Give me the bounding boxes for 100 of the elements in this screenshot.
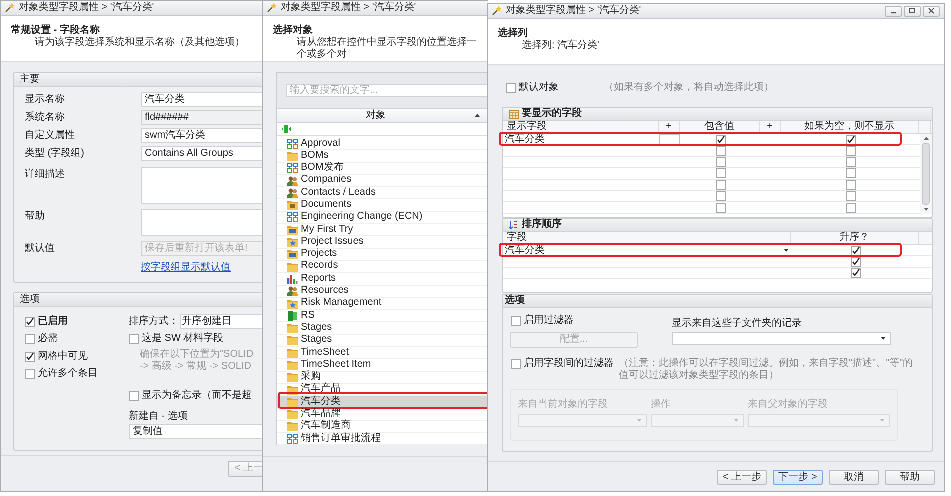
maximize-button[interactable] [904,6,921,16]
column-header[interactable]: 包含值 [680,121,760,133]
dialog-description: 选择列: 汽车分类' [521,40,600,52]
input-field[interactable]: 复制值 [129,424,263,439]
list-item[interactable]: 汽车制造商 [277,420,488,434]
field-label: 排序方式： [129,316,179,328]
dropdown-field[interactable] [518,414,647,427]
checkbox[interactable] [25,316,35,327]
checkbox[interactable] [846,191,856,202]
checkbox[interactable] [716,156,726,167]
checkbox[interactable] [716,191,726,202]
text-area[interactable] [141,167,263,204]
folder-icon [287,360,298,370]
list-item[interactable]: BOM发布 [277,162,488,175]
column-header[interactable]: 升序？ [791,232,919,244]
input-field[interactable]: Contains All Groups [141,146,263,161]
column-header[interactable]: 如果为空，则不显示 [781,121,919,133]
dropdown-field[interactable] [748,414,890,427]
list-item[interactable]: Project Issues [277,236,488,249]
sort-icon[interactable] [475,114,480,117]
next-button[interactable]: 下一步 > [773,470,823,485]
filter-icon[interactable] [281,125,291,133]
scrollbar[interactable] [920,134,932,214]
column-header[interactable]: 显示字段 [503,121,659,133]
checkbox-label: 显示为备忘录（而不是超 [142,390,252,402]
checkbox[interactable] [851,246,861,256]
list-item[interactable]: TimeSheet Item [277,359,488,372]
column-header[interactable]: + [659,121,680,133]
window-title: 对象类型字段属性 > '汽车分类' [506,5,642,17]
list-item[interactable]: Risk Management [277,298,488,310]
checkbox[interactable] [716,146,726,156]
checkbox[interactable] [716,180,726,190]
close-button[interactable] [923,6,940,16]
window-title: 对象类型字段属性 > '汽车分类' [281,2,416,14]
checkbox[interactable] [129,334,139,344]
dropdown-field[interactable] [651,414,744,427]
caret-icon[interactable] [784,249,789,252]
help-button[interactable]: 帮助 [885,470,935,485]
column-header[interactable]: + [760,121,781,133]
checkbox[interactable] [511,316,521,326]
checkbox[interactable] [511,359,521,369]
dialog-description: 请为该字段选择系统和显示名称（及其他选项） [34,37,246,49]
input-field[interactable]: 汽车分类 [141,92,263,107]
field-label: 来自父对象的字段 [748,399,829,411]
input-field[interactable] [659,134,680,145]
checkbox[interactable] [846,134,856,144]
checkbox[interactable] [25,334,35,344]
checkbox[interactable] [716,202,726,213]
list-item[interactable]: Documents [277,199,488,212]
minimize-button[interactable] [885,6,902,16]
field-label: 显示名称 [24,93,66,107]
link[interactable]: 按字段组显示默认值 [141,262,231,273]
list-item[interactable]: Reports [277,273,488,286]
checkbox[interactable] [716,134,726,144]
dropdown-field[interactable]: 升序创建日 [180,314,263,329]
input-field[interactable]: fld###### [141,110,263,125]
checkbox[interactable] [851,256,861,267]
checkbox[interactable] [846,168,856,178]
list-item[interactable]: Approval [277,138,488,150]
checkbox[interactable] [846,156,856,167]
group-title: 选项 [14,293,263,307]
list-item[interactable]: Stages [277,322,488,335]
list-item[interactable]: Contacts / Leads [277,187,488,200]
column-header[interactable]: 字段 [503,232,791,244]
checkbox[interactable] [846,146,856,156]
input-field[interactable]: swm汽车分类 [141,128,263,143]
scroll-down-icon[interactable] [924,208,928,211]
checkbox[interactable] [846,180,856,190]
maximize-icon [907,7,918,15]
checkbox[interactable] [506,83,516,93]
checkbox[interactable] [25,369,35,380]
list-item[interactable]: Engineering Change (ECN) [277,212,488,224]
field-label: 新建自 - 选项 [129,410,189,424]
list-item[interactable]: Stages [277,334,488,348]
list-item[interactable]: TimeSheet [277,347,488,360]
caret-icon[interactable] [881,337,886,340]
list-item[interactable]: My First Try [277,224,488,236]
list-item[interactable]: Records [277,260,488,274]
text-area[interactable] [141,209,263,236]
list-item[interactable]: 销售订单审批流程 [277,433,488,446]
list-item[interactable]: RS [277,310,488,322]
checkbox[interactable] [851,268,861,278]
checkbox[interactable] [846,202,856,213]
list-item[interactable]: BOMs [277,150,488,163]
checkbox[interactable] [25,352,35,362]
cancel-button[interactable]: 取消 [829,470,879,485]
checkbox[interactable] [129,390,139,400]
people-icon [287,176,298,186]
list-item[interactable]: 采购 [277,372,488,384]
list-item[interactable]: Resources [277,286,488,298]
table-cell: 汽车分类 [505,245,545,256]
checkbox[interactable] [716,168,726,178]
scroll-up-icon[interactable] [924,137,928,140]
list-item[interactable]: Companies [277,174,488,188]
window-title: 对象类型字段属性 > '汽车分类' [19,2,154,14]
list-item[interactable]: Projects [277,248,488,261]
dropdown-field[interactable] [672,332,891,345]
panel-title: 选项 [503,295,932,308]
list-item[interactable]: 汽车品牌 [277,408,488,421]
back-button[interactable]: < 上一步 [717,470,767,485]
